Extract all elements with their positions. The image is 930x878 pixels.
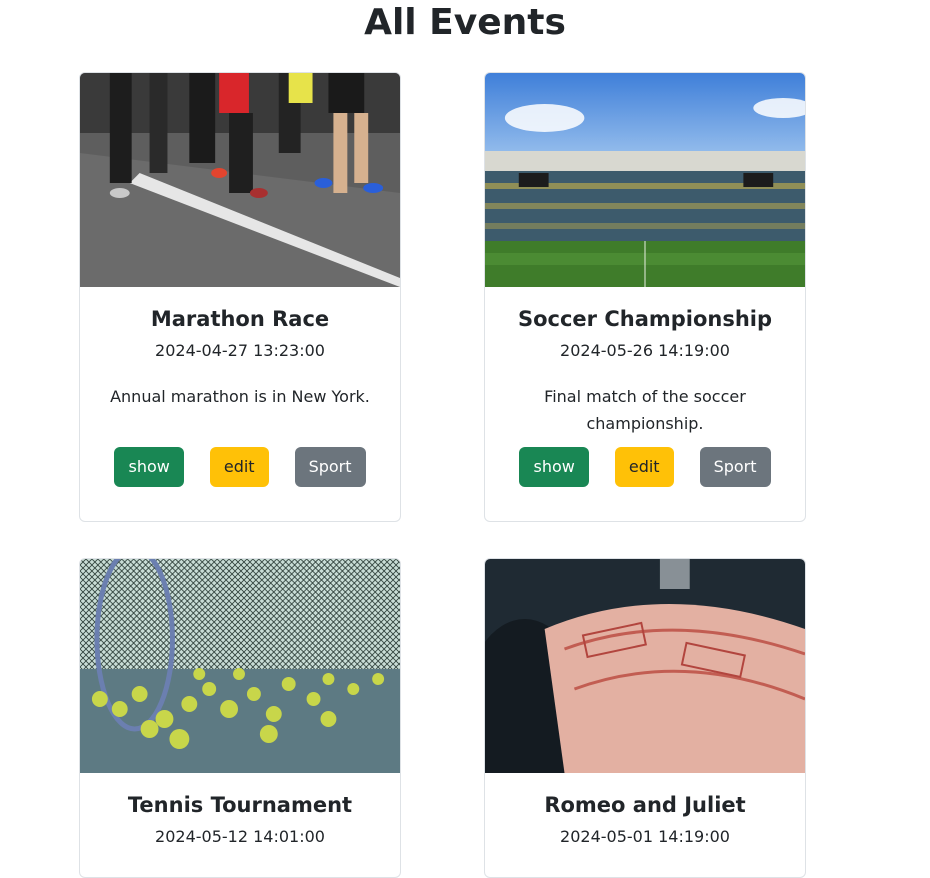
category-button[interactable]: Sport [699, 447, 771, 487]
event-description: Annual marathon is in New York. [110, 387, 370, 406]
event-title: Soccer Championship [517, 307, 773, 331]
event-image [485, 559, 805, 773]
edit-button[interactable]: edit [209, 447, 269, 487]
category-button[interactable]: Sport [294, 447, 366, 487]
event-card: Romeo and Juliet 2024-05-01 14:19:00 [484, 558, 806, 878]
event-title: Romeo and Juliet [544, 793, 746, 817]
page-title: All Events [364, 2, 566, 43]
edit-button[interactable]: edit [614, 447, 674, 487]
show-button[interactable]: show [114, 447, 184, 487]
event-card: Soccer Championship 2024-05-26 14:19:00 … [484, 72, 806, 522]
event-image [80, 559, 400, 773]
event-card: Tennis Tournament 2024-05-12 14:01:00 [79, 558, 401, 878]
event-datetime: 2024-05-12 14:01:00 [155, 827, 325, 846]
event-title: Tennis Tournament [127, 793, 353, 817]
event-datetime: 2024-05-26 14:19:00 [560, 341, 730, 360]
event-card: Marathon Race 2024-04-27 13:23:00 Annual… [79, 72, 401, 522]
event-datetime: 2024-04-27 13:23:00 [155, 341, 325, 360]
event-image [485, 73, 805, 287]
show-button[interactable]: show [519, 447, 589, 487]
event-image [80, 73, 400, 287]
event-datetime: 2024-05-01 14:19:00 [560, 827, 730, 846]
event-title: Marathon Race [150, 307, 330, 331]
event-description: Final match of the soccer championship. [544, 387, 746, 433]
